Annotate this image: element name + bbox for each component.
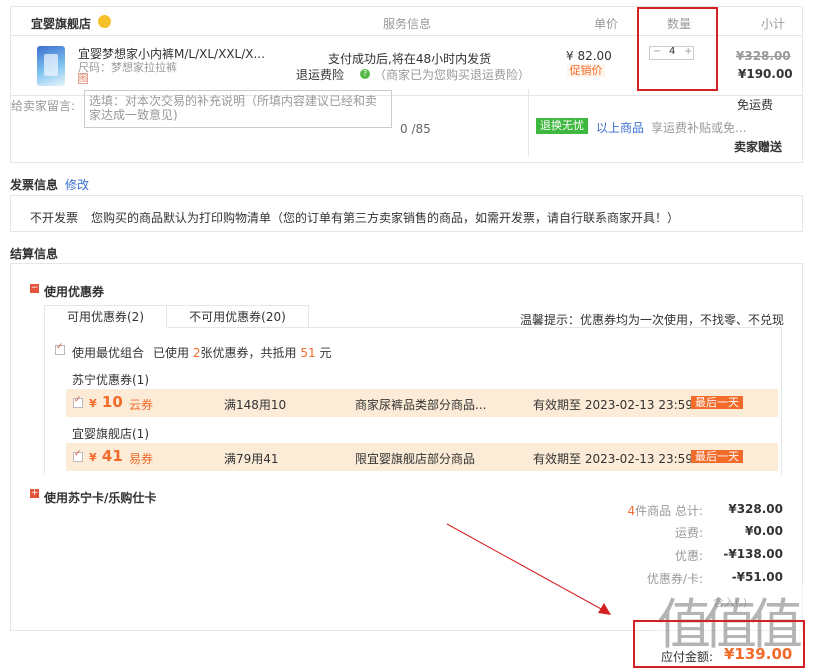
payable-callout-box xyxy=(633,620,805,668)
annotation-arrow xyxy=(446,523,611,615)
quantity-callout-box xyxy=(637,7,718,91)
